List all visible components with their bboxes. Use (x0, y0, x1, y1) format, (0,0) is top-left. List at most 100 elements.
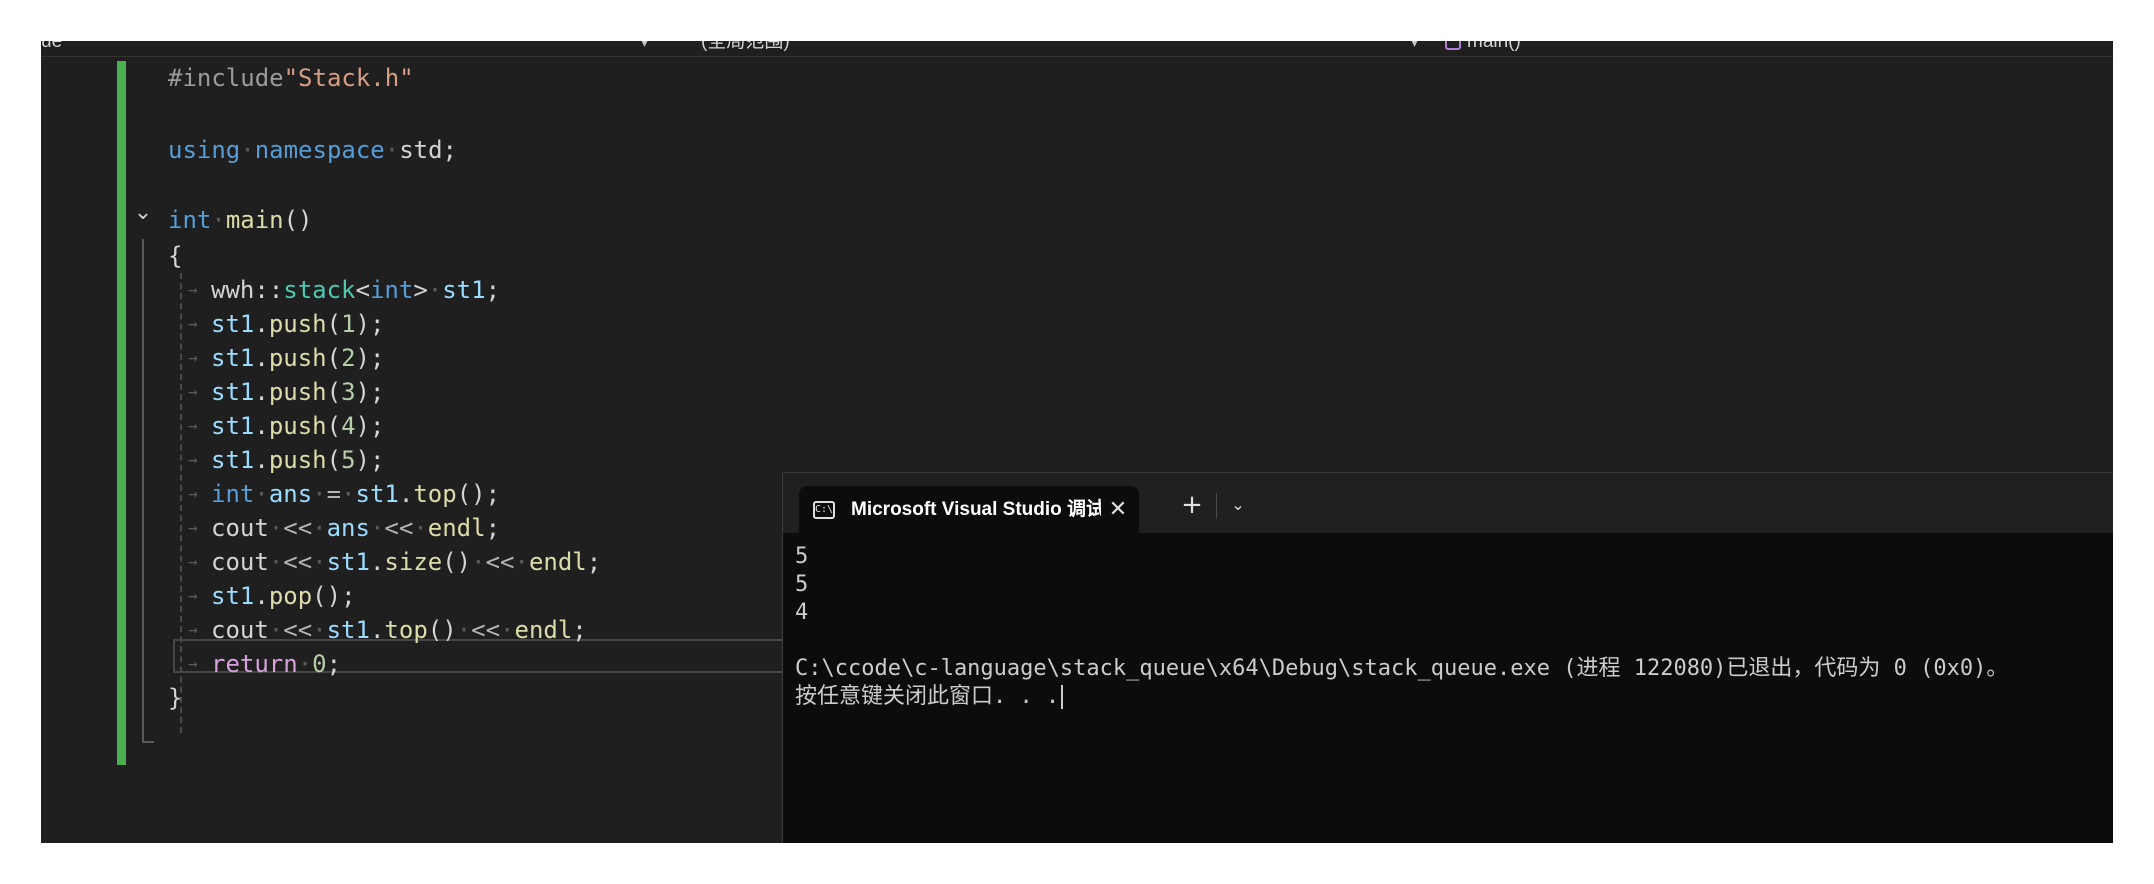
code-token: st1 (211, 446, 255, 474)
tab-arrow-icon: → (188, 280, 198, 299)
code-token: << (471, 616, 501, 644)
code-token: · (514, 548, 529, 576)
code-line[interactable]: st1.push(2); (211, 341, 384, 375)
code-line[interactable]: } (168, 681, 182, 715)
code-token: () (442, 548, 472, 576)
tab-arrow-icon: → (188, 518, 198, 537)
new-tab-button[interactable]: + (1175, 487, 1209, 523)
code-line[interactable]: st1.pop(); (211, 579, 356, 613)
code-token: ); (355, 412, 385, 440)
code-token: ; (485, 514, 501, 542)
code-token: . (254, 582, 269, 610)
code-token: << (283, 616, 313, 644)
code-token: << (384, 514, 414, 542)
code-token: · (268, 514, 284, 542)
code-token: > (413, 276, 428, 304)
console-output[interactable]: 5 5 4 C:\ccode\c-language\stack_queue\x64\… (795, 543, 2105, 711)
tab-arrow-icon: → (188, 620, 198, 639)
code-token: . (254, 378, 269, 406)
code-token: << (283, 514, 313, 542)
code-token: st1 (211, 378, 255, 406)
code-line[interactable]: st1.push(3); (211, 375, 384, 409)
code-token: using (168, 136, 241, 164)
code-token: = (326, 480, 342, 508)
code-line[interactable]: int·main() (168, 203, 313, 237)
code-line[interactable]: st1.push(5); (211, 443, 384, 477)
code-line[interactable]: int·ans·=·st1.top(); (211, 477, 500, 511)
code-token: int (211, 480, 255, 508)
code-token: · (268, 548, 284, 576)
code-token: ); (355, 446, 385, 474)
code-token: · (312, 616, 327, 644)
code-token: . (369, 548, 385, 576)
code-token: ); (355, 378, 385, 406)
console-tab[interactable]: C:\ Microsoft Visual Studio 调试控制台 ✕ (799, 486, 1139, 534)
code-token: ( (326, 412, 342, 440)
code-token: } (168, 684, 183, 712)
code-token: ; (572, 616, 587, 644)
code-token: · (456, 616, 472, 644)
code-token: · (297, 650, 313, 678)
code-token: st1 (211, 344, 255, 372)
tab-arrow-icon: → (188, 314, 198, 333)
code-token: int (168, 206, 212, 234)
tab-arrow-icon: → (188, 586, 198, 605)
debug-console-window[interactable]: C:\ Microsoft Visual Studio 调试控制台 ✕ + ⌄ … (782, 472, 2113, 843)
code-token: · (341, 480, 356, 508)
code-token: ( (326, 446, 342, 474)
code-line[interactable]: wwh::stack<int>·st1; (211, 273, 500, 307)
code-token: . (398, 480, 414, 508)
code-token: top (384, 616, 428, 644)
code-token: ; (326, 650, 342, 678)
code-token: 0 (312, 650, 327, 678)
code-token: · (471, 548, 486, 576)
code-token: st1 (355, 480, 399, 508)
code-token: { (168, 242, 183, 270)
code-token: · (312, 548, 327, 576)
code-token: std; (399, 136, 457, 164)
code-token: st1 (326, 616, 370, 644)
code-line[interactable]: #include"Stack.h" (168, 61, 414, 95)
code-line[interactable]: using·namespace·std; (168, 133, 457, 167)
code-token: top (413, 480, 457, 508)
code-token: size (384, 548, 443, 576)
code-token: 1 (341, 310, 356, 338)
code-token: stack (283, 276, 356, 304)
console-output-line: 5 (795, 544, 809, 569)
console-output-line: 4 (795, 600, 809, 625)
code-token: push (268, 310, 327, 338)
chevron-down-icon[interactable]: ⌄ (1223, 487, 1253, 523)
tab-arrow-icon: → (188, 416, 198, 435)
code-line[interactable]: st1.push(4); (211, 409, 384, 443)
code-token: << (283, 548, 313, 576)
code-token: push (268, 378, 327, 406)
tab-arrow-icon: → (188, 382, 198, 401)
code-token: . (369, 616, 385, 644)
code-token: st1 (326, 548, 370, 576)
close-icon[interactable]: ✕ (1105, 486, 1131, 534)
code-token: #include (168, 64, 284, 92)
code-token: st1 (442, 276, 486, 304)
code-line[interactable]: cout·<<·st1.size()·<<·endl; (211, 545, 601, 579)
code-token: · (384, 136, 400, 164)
code-token: ans (268, 480, 313, 508)
code-line[interactable]: st1.push(1); (211, 307, 384, 341)
code-token: · (427, 276, 443, 304)
code-token: st1 (211, 412, 255, 440)
code-token: endl (528, 548, 587, 576)
text-cursor (1061, 685, 1064, 709)
code-token: ; (485, 276, 501, 304)
code-token: return (211, 650, 298, 678)
tab-divider (1216, 493, 1217, 519)
code-token: () (427, 616, 457, 644)
code-token: < (355, 276, 370, 304)
code-line[interactable]: { (168, 239, 182, 273)
tab-arrow-icon: → (188, 450, 198, 469)
code-token: cout (211, 616, 269, 644)
code-token: endl (427, 514, 486, 542)
code-line[interactable]: return·0; (211, 647, 341, 681)
code-token: . (254, 310, 269, 338)
code-line[interactable]: cout·<<·st1.top()·<<·endl; (211, 613, 587, 647)
code-token: ( (326, 344, 342, 372)
code-line[interactable]: cout·<<·ans·<<·endl; (211, 511, 500, 545)
